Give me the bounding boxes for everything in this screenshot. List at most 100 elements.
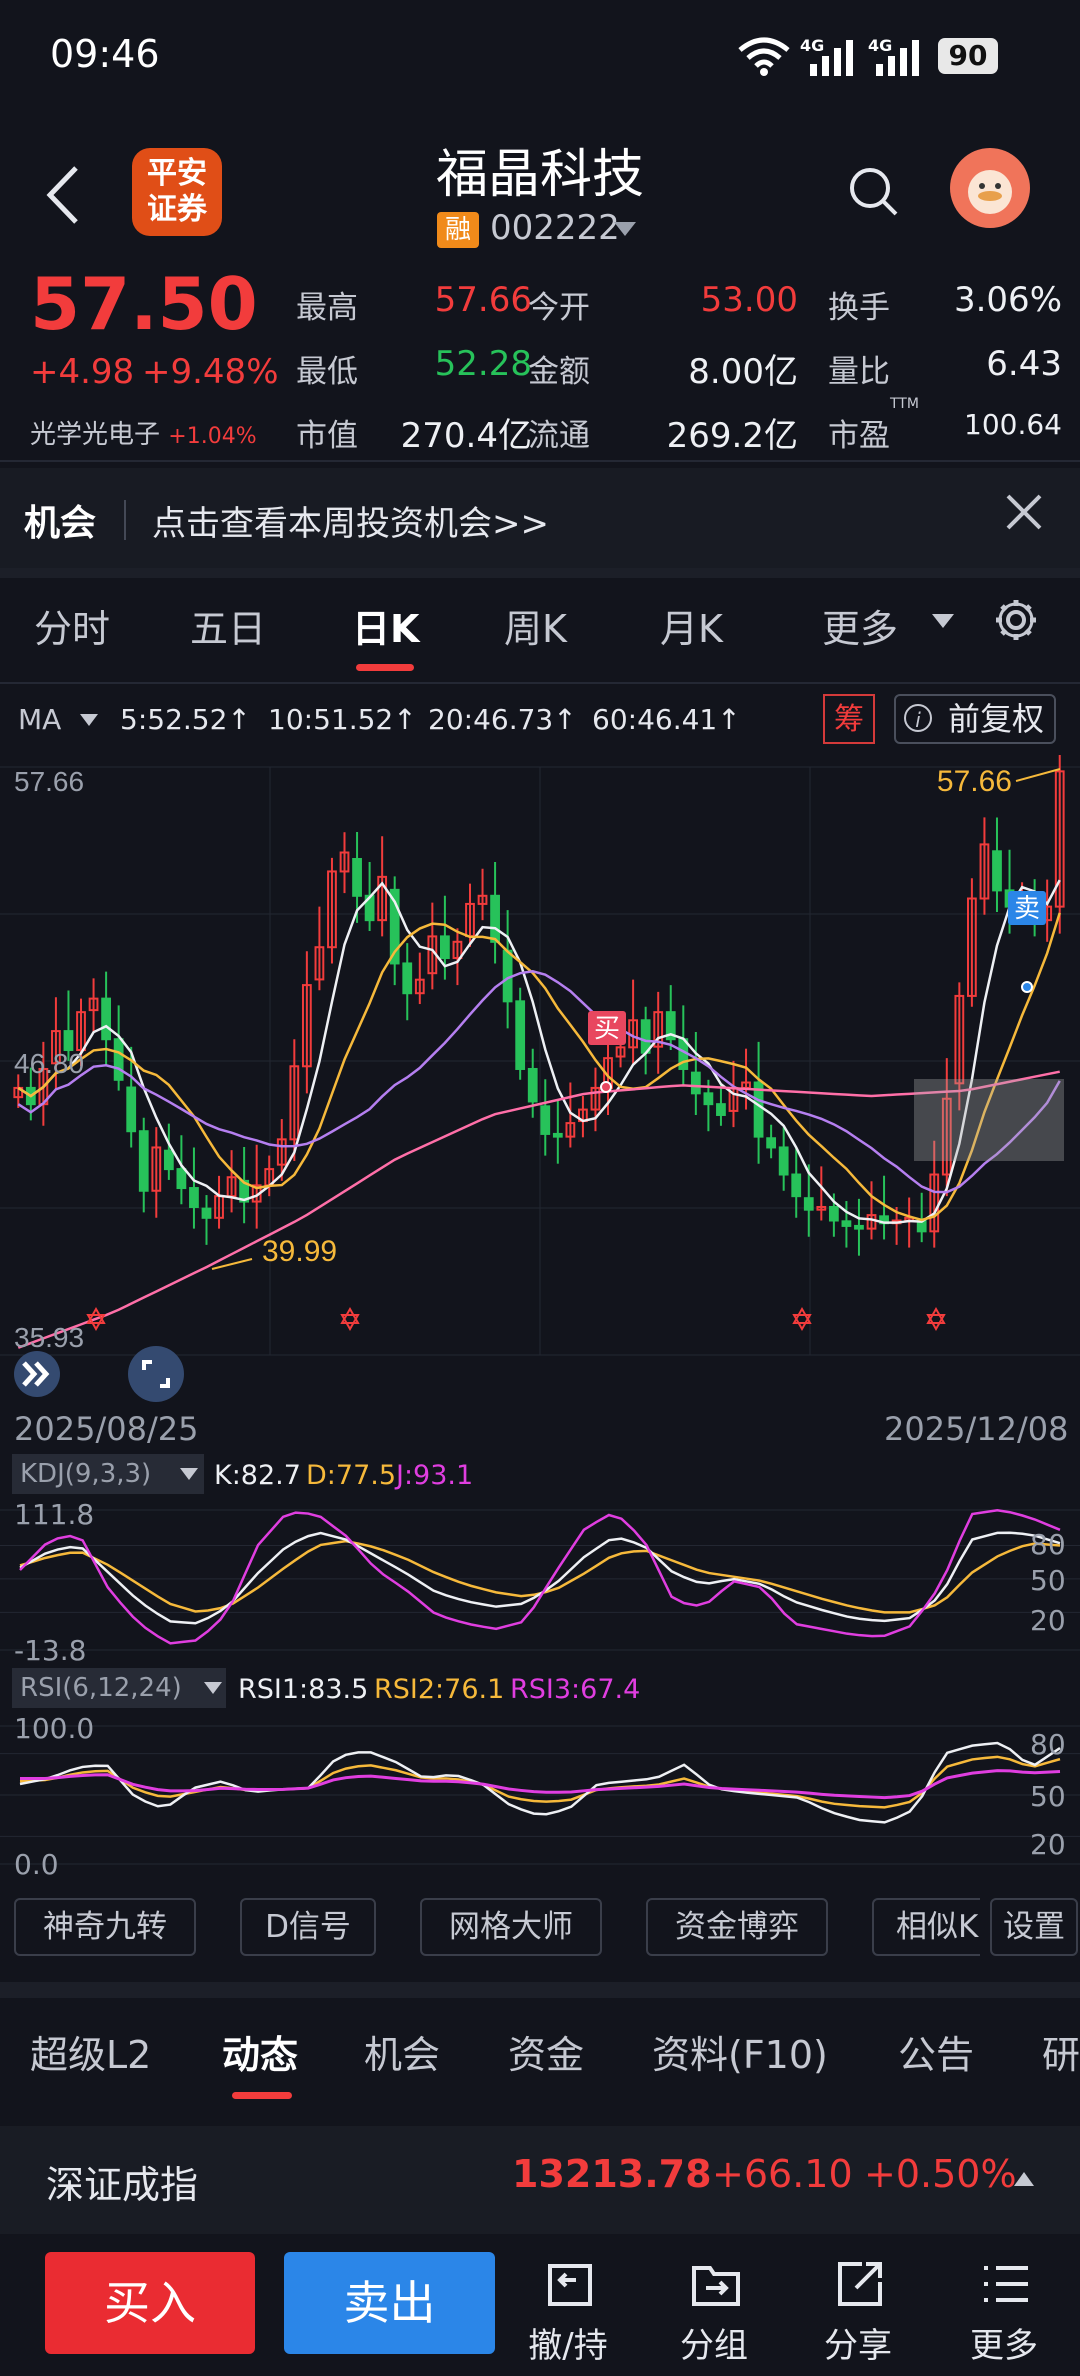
sector-info[interactable]: 光学光电子 +1.04% xyxy=(30,414,257,451)
high-marker-line xyxy=(1015,768,1061,782)
signal-icon xyxy=(810,40,853,76)
share-button[interactable]: 分享 xyxy=(798,2246,918,2372)
candle-body xyxy=(113,1038,124,1081)
low-marker: 39.99 xyxy=(262,1235,337,1268)
tab-dynamic[interactable]: 动态 xyxy=(222,2024,298,2079)
broker-logo[interactable]: 平安 证券 xyxy=(132,148,222,236)
y-axis-max: 57.66 xyxy=(14,766,84,797)
chevron-left-icon xyxy=(46,166,78,224)
rsi1-value: RSI1:83.5 xyxy=(238,1674,369,1705)
close-icon[interactable] xyxy=(1004,486,1044,544)
sector-pct: +1.04% xyxy=(168,424,257,449)
wifi-icon xyxy=(738,37,790,76)
quote-value: 8.00亿 xyxy=(688,352,798,392)
rsi1-line xyxy=(19,1741,1061,1824)
rsi2-value: RSI2:76.1 xyxy=(374,1674,505,1705)
rsi-chart[interactable] xyxy=(0,1712,1080,1872)
d-signal-button[interactable]: D信号 xyxy=(240,1898,376,1956)
ma-label[interactable]: MA xyxy=(18,703,61,736)
quote-label: 市值 xyxy=(296,418,358,454)
status-bar: 09:46 4G 4G 90 xyxy=(0,0,1080,120)
caret-up-icon[interactable] xyxy=(1012,2170,1036,2188)
kdj-y-bottom: -13.8 xyxy=(14,1634,87,1667)
ma60-line xyxy=(17,1070,1060,1349)
withdraw-hold-button[interactable]: 撤/持 xyxy=(508,2246,628,2372)
stock-code[interactable]: 002222 xyxy=(490,208,620,248)
search-icon[interactable] xyxy=(848,166,900,218)
kdj-j-value: J:93.1 xyxy=(396,1460,474,1491)
info-icon: i xyxy=(904,704,932,732)
rsi-level-50: 50 xyxy=(1030,1780,1066,1813)
sell-button[interactable]: 卖出 xyxy=(284,2252,495,2354)
tab-funds[interactable]: 资金 xyxy=(508,2024,584,2079)
price-change-pct: +9.48% xyxy=(142,352,279,392)
candle-body xyxy=(640,1019,651,1054)
tab-announcements[interactable]: 公告 xyxy=(898,2024,974,2079)
tab-month-k[interactable]: 月K xyxy=(660,598,723,653)
candle-body xyxy=(841,1220,852,1227)
kdj-d-line xyxy=(19,1539,1061,1614)
opportunity-link[interactable]: 点击查看本周投资机会>> xyxy=(152,496,549,545)
candle-body xyxy=(402,962,413,995)
kdj-chart[interactable] xyxy=(0,1500,1080,1660)
candle-body xyxy=(716,1103,726,1116)
candle-body xyxy=(440,935,450,960)
tab-intraday[interactable]: 分时 xyxy=(34,598,110,653)
tab-opportunity[interactable]: 机会 xyxy=(364,2024,440,2079)
quote-value: 57.66 xyxy=(434,280,532,320)
tab-research[interactable]: 研 xyxy=(1042,2024,1080,2079)
tab-week-k[interactable]: 周K xyxy=(504,598,567,653)
settings-button[interactable]: 设置 xyxy=(990,1898,1078,1956)
divider xyxy=(0,1982,1080,1998)
ma60-value: 60:46.41↑ xyxy=(592,703,741,736)
index-change: +66.10 xyxy=(712,2152,853,2196)
gear-icon[interactable] xyxy=(994,598,1038,642)
caret-down-icon[interactable] xyxy=(612,220,638,238)
candle-body xyxy=(854,1224,864,1230)
more-button[interactable]: 更多 xyxy=(944,2246,1064,2372)
caret-down-icon[interactable] xyxy=(178,1466,200,1482)
rsi-selector[interactable]: RSI(6,12,24) xyxy=(12,1668,226,1708)
candle-body xyxy=(490,894,500,943)
magic-nine-button[interactable]: 神奇九转 xyxy=(14,1898,196,1956)
expand-left-button[interactable] xyxy=(14,1351,60,1397)
range-highlight xyxy=(914,1079,1064,1161)
back-button[interactable] xyxy=(40,160,90,230)
sector-name: 光学光电子 xyxy=(30,420,161,450)
y-axis-mid: 46.80 xyxy=(14,1048,84,1079)
kdj-selector[interactable]: KDJ(9,3,3) xyxy=(12,1454,204,1494)
chip-distribution-button[interactable]: 筹 xyxy=(823,694,875,744)
financing-badge: 融 xyxy=(437,212,479,248)
tab-day-k[interactable]: 日K xyxy=(352,598,419,653)
kline-chart[interactable]: 57.66 46.80 35.93 57.66 39.99 买 卖 xyxy=(0,755,1080,1395)
caret-down-icon[interactable] xyxy=(78,712,100,728)
fund-game-button[interactable]: 资金博弈 xyxy=(646,1898,828,1956)
rsi-y-top: 100.0 xyxy=(14,1712,95,1745)
fullscreen-button[interactable] xyxy=(128,1346,184,1402)
buy-button[interactable]: 买入 xyxy=(45,2252,255,2354)
tab-more[interactable]: 更多 xyxy=(822,598,898,653)
candle-body xyxy=(828,1205,839,1222)
quote-value: 52.28 xyxy=(434,344,532,384)
quote-value: 269.2亿 xyxy=(666,416,798,456)
rsi-level-20: 20 xyxy=(1030,1828,1066,1861)
quote-label: 流通 xyxy=(528,418,590,454)
caret-down-icon[interactable] xyxy=(202,1680,224,1696)
candle-body xyxy=(766,1137,777,1149)
group-button[interactable]: 分组 xyxy=(654,2246,774,2372)
tab-super-l2[interactable]: 超级L2 xyxy=(30,2024,151,2079)
caret-down-icon[interactable] xyxy=(930,612,956,630)
candle-body xyxy=(138,1130,149,1192)
tab-five-day[interactable]: 五日 xyxy=(190,598,266,653)
divider xyxy=(0,568,1080,578)
divider xyxy=(124,500,126,540)
tab-f10[interactable]: 资料(F10) xyxy=(652,2024,828,2079)
kdj-label: KDJ(9,3,3) xyxy=(20,1459,152,1489)
pe-ttm-label: TTM xyxy=(890,396,919,412)
quote-label: 今开 xyxy=(528,290,590,326)
fullscreen-icon xyxy=(142,1360,170,1388)
divider xyxy=(0,460,1080,462)
grid-master-button[interactable]: 网格大师 xyxy=(420,1898,602,1956)
kdj-d-value: D:77.5 xyxy=(306,1460,397,1491)
avatar[interactable] xyxy=(950,148,1030,228)
